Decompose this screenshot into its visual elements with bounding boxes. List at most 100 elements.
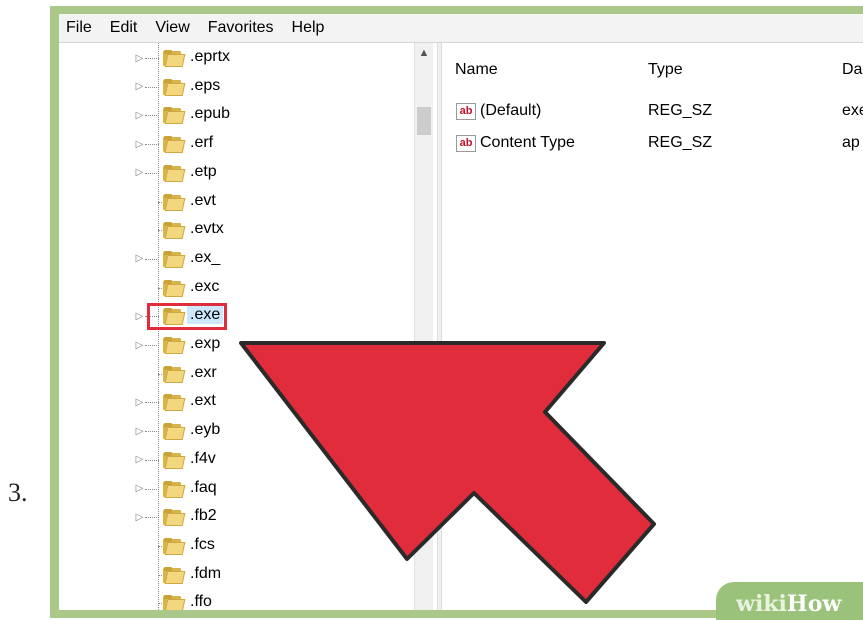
value-row[interactable]: ab(Default) REG_SZ exe	[442, 99, 863, 127]
folder-icon	[163, 595, 186, 610]
tree-connector	[145, 459, 159, 461]
menu-edit[interactable]: Edit	[101, 19, 147, 37]
tree-item[interactable]: .evt	[59, 188, 414, 217]
tree-item-label: .fdm	[190, 564, 222, 582]
menu-bar: File Edit View Favorites Help	[59, 14, 863, 43]
tree-item[interactable]: .fdm	[59, 561, 414, 590]
values-pane[interactable]: Name Type Da ab(Default) REG_SZ exe abConte…	[442, 43, 863, 610]
tree-item-label: .ex_	[190, 248, 221, 266]
tree-item-label: .erf	[190, 134, 214, 152]
value-data: exe	[842, 102, 863, 119]
tree-connector	[145, 431, 159, 433]
tree-item-label: .f4v	[190, 449, 216, 467]
folder-icon	[163, 423, 186, 441]
expand-triangle-icon[interactable]: ▷	[134, 53, 145, 64]
tree-item[interactable]: ▷ .erf	[59, 130, 414, 159]
registry-editor-window: File Edit View Favorites Help ▷ .eprtx ▷ .e…	[59, 14, 863, 610]
tree-item-label: .evt	[190, 191, 216, 209]
folder-icon	[163, 78, 186, 96]
tree-item-label: .exr	[190, 363, 217, 381]
tree-item[interactable]: ▷ .exe	[59, 302, 414, 331]
tree-connector	[145, 58, 159, 59]
tree-connector	[145, 258, 159, 260]
step-number: 3.	[8, 478, 28, 507]
expand-triangle-icon[interactable]: ▷	[134, 168, 145, 179]
folder-icon	[163, 451, 186, 469]
folder-icon	[163, 480, 186, 498]
folder-icon	[163, 250, 186, 268]
folder-icon	[163, 509, 186, 527]
value-name: Content Type	[480, 134, 575, 151]
red-highlight-box	[147, 303, 227, 331]
tree-item[interactable]: .ffo	[59, 589, 414, 610]
tree-item[interactable]: ▷ .faq	[59, 475, 414, 504]
tree-item-label: .eprtx	[190, 48, 231, 65]
menu-favorites[interactable]: Favorites	[199, 19, 283, 37]
reg-string-icon: ab	[456, 135, 476, 152]
tree-item[interactable]: ▷ .eprtx	[59, 44, 414, 73]
tree-item[interactable]: ▷ .etp	[59, 159, 414, 188]
folder-icon	[163, 537, 186, 555]
value-row[interactable]: ab Content Type REG_SZ ap	[442, 131, 863, 159]
folder-icon	[163, 279, 186, 297]
tree-item[interactable]: ▷ .f4v	[59, 446, 414, 475]
folder-icon	[163, 50, 186, 67]
expand-triangle-icon[interactable]: ▷	[134, 426, 145, 437]
tree-connector	[145, 402, 159, 404]
scroll-up-icon[interactable]: ▲	[415, 45, 433, 61]
tree-item[interactable]: ▷ .ext	[59, 388, 414, 417]
expand-triangle-icon[interactable]: ▷	[134, 254, 145, 265]
tree-connector	[145, 488, 159, 490]
tree-item[interactable]: .fcs	[59, 532, 414, 561]
tree-connector	[145, 517, 159, 519]
tree-item-label: .ext	[190, 392, 216, 410]
folder-icon	[163, 107, 186, 125]
tree-connector	[145, 172, 159, 174]
value-data: ap	[842, 134, 860, 151]
tree-item[interactable]: .exc	[59, 274, 414, 303]
tree-item-label: .evtx	[190, 220, 224, 238]
expand-triangle-icon[interactable]: ▷	[134, 110, 145, 121]
scroll-thumb[interactable]	[417, 107, 431, 135]
tree-item[interactable]: ▷ .fb2	[59, 503, 414, 532]
tree-item[interactable]: ▷ .eps	[59, 73, 414, 102]
expand-triangle-icon[interactable]: ▷	[134, 340, 145, 351]
folder-icon	[163, 164, 186, 182]
tree-item-label: .eyb	[190, 421, 221, 439]
column-header-type[interactable]: Type	[648, 61, 683, 79]
tree-connector	[145, 345, 159, 346]
expand-triangle-icon[interactable]: ▷	[134, 455, 145, 466]
folder-icon	[163, 394, 186, 412]
tree-scrollbar[interactable]: ▲	[414, 43, 433, 610]
value-type: REG_SZ	[648, 134, 713, 151]
tree-item[interactable]: ▷ .epub	[59, 101, 414, 130]
expand-triangle-icon[interactable]: ▷	[134, 484, 145, 495]
menu-file[interactable]: File	[59, 19, 101, 37]
expand-triangle-icon[interactable]: ▷	[134, 139, 145, 150]
tree-item[interactable]: ▷ .exp	[59, 331, 414, 360]
column-header-data[interactable]: Da	[842, 61, 862, 79]
tree-item-label: .exc	[190, 277, 220, 295]
tree-item[interactable]: ▷ .eyb	[59, 417, 414, 446]
tree-item[interactable]: .evtx	[59, 216, 414, 245]
expand-triangle-icon[interactable]: ▷	[134, 397, 145, 408]
wikihow-watermark: wikiHow	[736, 591, 842, 617]
menu-view[interactable]: View	[146, 19, 198, 37]
expand-triangle-icon[interactable]: ▷	[134, 82, 145, 93]
tree-item-label: .exp	[190, 335, 221, 352]
tree-item[interactable]: .exr	[59, 360, 414, 389]
folder-icon	[163, 365, 186, 383]
menu-help[interactable]: Help	[283, 19, 334, 37]
tree-connector	[145, 115, 159, 117]
expand-triangle-icon[interactable]: ▷	[134, 311, 145, 322]
tree-item-label: .fcs	[190, 535, 215, 553]
expand-triangle-icon[interactable]: ▷	[134, 512, 145, 523]
column-header-name[interactable]: Name	[455, 61, 498, 79]
tree-connector	[145, 144, 159, 146]
value-type: REG_SZ	[648, 102, 713, 119]
tree-item[interactable]: ▷ .ex_	[59, 245, 414, 274]
tree-connector	[145, 86, 159, 88]
key-tree-pane[interactable]: ▷ .eprtx ▷ .eps ▷ .epub ▷ .erf ▷ .etp .evt .evtx ▷ .e…	[59, 43, 437, 610]
tree-item-label: .eps	[190, 76, 221, 94]
tree-item-label: .faq	[190, 478, 217, 496]
